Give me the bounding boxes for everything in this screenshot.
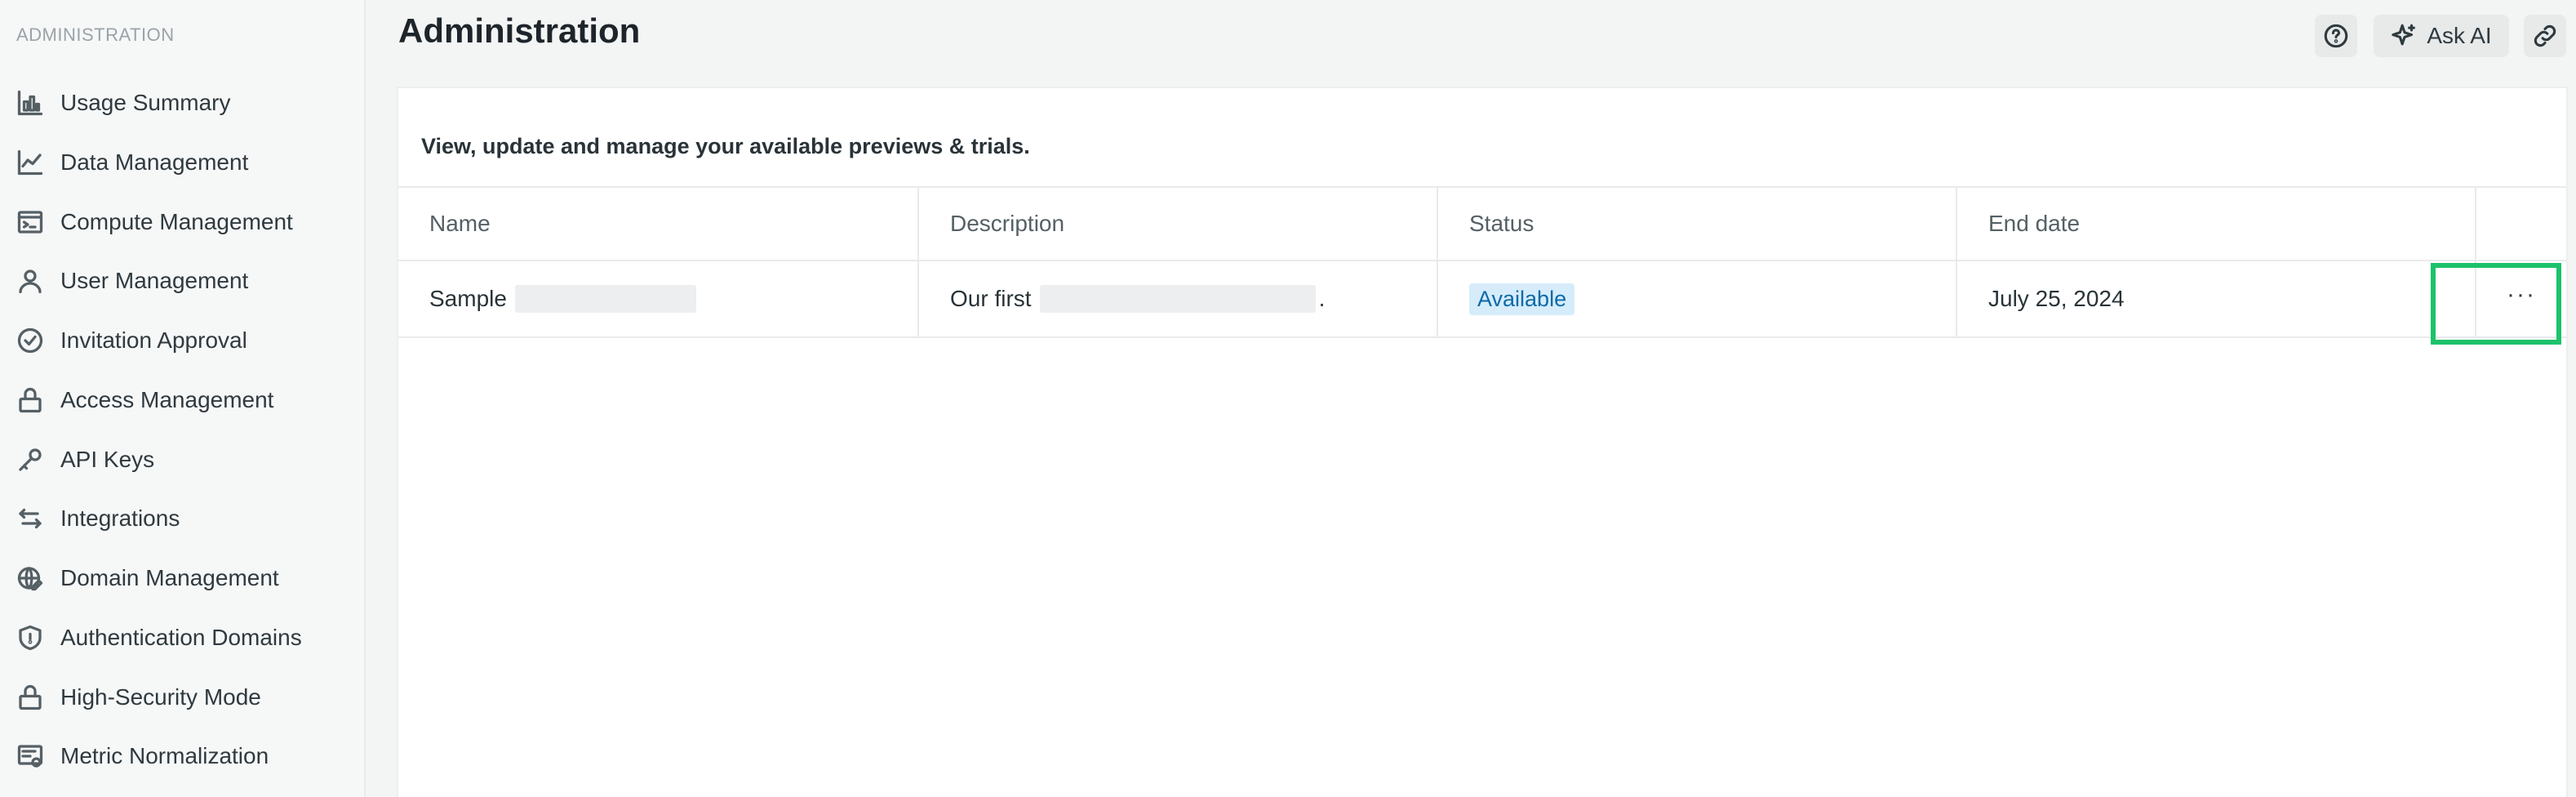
globe-edit-icon	[15, 563, 46, 594]
settings-list-icon	[15, 741, 46, 772]
sidebar-item-label: API Keys	[60, 447, 155, 472]
terminal-icon	[15, 207, 46, 238]
sidebar-item-invitation-approval[interactable]: Invitation Approval	[0, 314, 364, 367]
previews-table: Name Description Status End date Sample …	[398, 186, 2566, 338]
check-circle-icon	[15, 325, 46, 356]
sidebar-item-access-management[interactable]: Access Management	[0, 374, 364, 426]
more-options-icon[interactable]: ···	[2507, 283, 2536, 307]
sidebar-item-label: Usage Summary	[60, 90, 231, 115]
previews-trials-card: View, update and manage your available p…	[397, 87, 2568, 797]
sidebar-item-domain-management[interactable]: Domain Management	[0, 552, 364, 604]
name-text: Sample	[429, 286, 507, 311]
sidebar-heading: ADMINISTRATION	[16, 24, 175, 45]
card-description: View, update and manage your available p…	[421, 134, 1030, 158]
sidebar-item-label: Metric Normalization	[60, 743, 269, 768]
lock-icon	[15, 385, 46, 416]
sidebar-item-label: High-Security Mode	[60, 684, 261, 710]
cell-status: Available	[1438, 261, 1957, 336]
sidebar-item-user-management[interactable]: User Management	[0, 255, 364, 307]
description-text: Our first	[950, 286, 1032, 311]
line-chart-icon	[15, 147, 46, 178]
sidebar-item-high-security-mode[interactable]: High-Security Mode	[0, 671, 364, 724]
ask-ai-label: Ask AI	[2427, 23, 2492, 48]
help-button[interactable]	[2315, 15, 2357, 57]
lock-icon	[15, 682, 46, 713]
sidebar: ADMINISTRATION Usage Summary Data Manage…	[0, 0, 366, 797]
column-header-actions	[2476, 188, 2566, 260]
table-row[interactable]: Sample Our first . Available July 25, 20…	[398, 261, 2566, 338]
cell-description: Our first .	[919, 261, 1438, 336]
sidebar-item-label: Authentication Domains	[60, 625, 302, 650]
user-icon	[15, 265, 46, 296]
copy-link-button[interactable]	[2524, 15, 2566, 57]
sidebar-item-label: Access Management	[60, 387, 274, 412]
column-header-name[interactable]: Name	[398, 188, 919, 260]
sidebar-item-api-keys[interactable]: API Keys	[0, 434, 364, 486]
page-title: Administration	[398, 11, 641, 50]
help-icon	[2322, 22, 2350, 50]
cell-name: Sample	[398, 261, 919, 336]
description-end-text: .	[1318, 286, 1326, 311]
sidebar-item-usage-summary[interactable]: Usage Summary	[0, 77, 364, 129]
sidebar-item-metric-normalization[interactable]: Metric Normalization	[0, 730, 364, 782]
redacted-text	[514, 285, 696, 313]
arrows-swap-icon	[15, 503, 46, 534]
column-header-status[interactable]: Status	[1438, 188, 1957, 260]
cell-end-date: July 25, 2024	[1957, 261, 2476, 336]
redacted-text	[1039, 285, 1316, 313]
status-badge: Available	[1469, 283, 1575, 315]
sidebar-item-label: Domain Management	[60, 565, 279, 590]
sidebar-item-authentication-domains[interactable]: Authentication Domains	[0, 612, 364, 664]
sidebar-item-label: Invitation Approval	[60, 327, 247, 353]
link-icon	[2531, 22, 2559, 50]
column-header-end-date[interactable]: End date	[1957, 188, 2476, 260]
sidebar-item-integrations[interactable]: Integrations	[0, 492, 364, 545]
sidebar-item-label: Integrations	[60, 505, 180, 531]
sidebar-item-compute-management[interactable]: Compute Management	[0, 196, 364, 248]
cell-actions: ···	[2476, 261, 2566, 336]
sidebar-item-label: User Management	[60, 268, 249, 293]
sparkle-icon	[2391, 22, 2418, 50]
ask-ai-button[interactable]: Ask AI	[2374, 15, 2509, 57]
sidebar-item-label: Data Management	[60, 149, 249, 175]
column-header-description[interactable]: Description	[919, 188, 1438, 260]
bar-chart-icon	[15, 87, 46, 118]
shield-icon	[15, 622, 46, 653]
sidebar-item-data-management[interactable]: Data Management	[0, 136, 364, 189]
key-icon	[15, 444, 46, 475]
sidebar-item-label: Compute Management	[60, 209, 293, 234]
table-header: Name Description Status End date	[398, 186, 2566, 261]
end-date-text: July 25, 2024	[1988, 286, 2125, 311]
